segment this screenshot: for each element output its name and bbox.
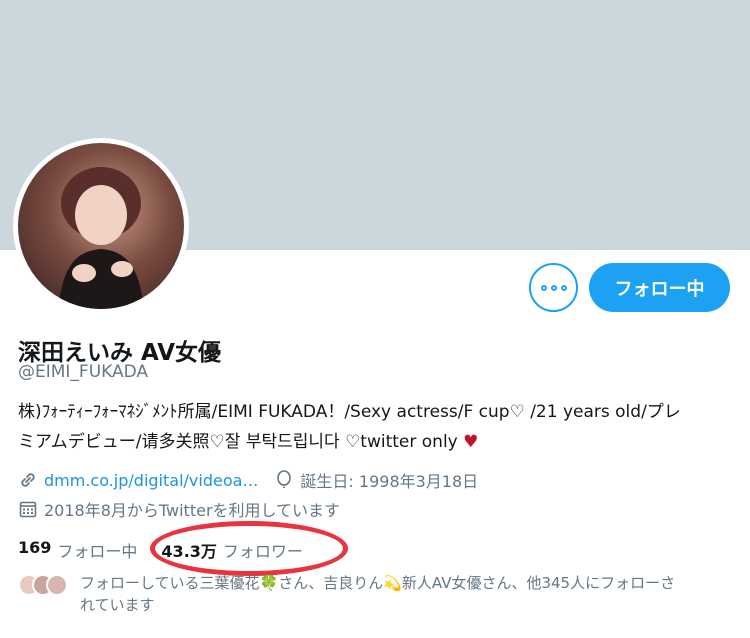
calendar-icon — [19, 501, 37, 518]
mini-avatar — [46, 574, 68, 596]
joined-row: 2018年8月からTwitterを利用しています — [18, 497, 340, 521]
bio-line-1: 株)ﾌｫｰﾃｨｰﾌｫｰﾏﾈｼﾞﾒﾝﾄ所属/EIMI FUKADA！/Sexy a… — [18, 402, 681, 422]
following-stat[interactable]: 169 フォロー中 — [18, 538, 137, 562]
following-button[interactable]: フォロー中 — [589, 263, 730, 312]
screen-name: @EIMI_FUKADA — [18, 362, 149, 382]
more-options-button[interactable] — [529, 263, 578, 312]
profile-bio: 株)ﾌｫｰﾃｨｰﾌｫｰﾏﾈｼﾞﾒﾝﾄ所属/EIMI FUKADA！/Sexy a… — [18, 397, 730, 457]
followers-you-know-avatars — [18, 574, 68, 616]
red-circle-annotation — [150, 521, 348, 576]
bio-line-2: ミアムデビュー/请多关照♡잘 부탁드립니다 ♡twitter only — [18, 432, 458, 452]
profile-avatar[interactable] — [13, 138, 189, 314]
balloon-icon — [277, 470, 292, 488]
followers-you-know-text: フォローしている三葉優花🍀さん、吉良りん💫新人AV女優さん、他345人にフォロー… — [80, 574, 676, 614]
ellipsis-icon — [539, 284, 569, 291]
website-link[interactable]: dmm.co.jp/digital/videoa… — [44, 471, 258, 490]
link-icon — [21, 473, 35, 487]
followers-you-know[interactable]: フォローしている三葉優花🍀さん、吉良りん💫新人AV女優さん、他345人にフォロー… — [18, 572, 730, 616]
following-count: 169 — [18, 538, 52, 557]
avatar-photo — [18, 143, 184, 309]
joined-date-text: 2018年8月からTwitterを利用しています — [44, 501, 341, 520]
profile-meta-row: dmm.co.jp/digital/videoa… 誕生日: 1998年3月18… — [18, 468, 478, 492]
heart-emoji: ♥ — [463, 432, 479, 452]
birthday-text: 誕生日: 1998年3月18日 — [300, 472, 479, 491]
following-label: フォロー中 — [57, 542, 138, 561]
